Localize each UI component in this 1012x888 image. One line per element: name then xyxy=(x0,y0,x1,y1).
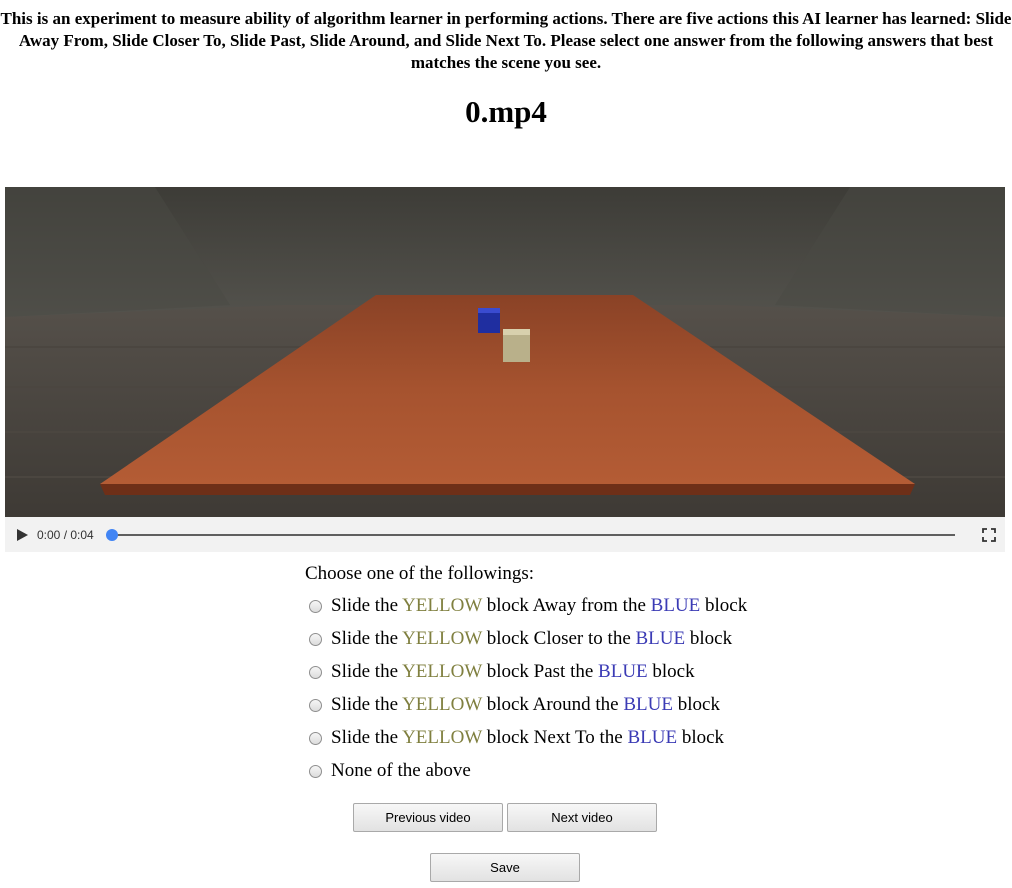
video-player[interactable]: 0:00 / 0:04 xyxy=(5,187,1005,552)
video-scene-image xyxy=(5,187,1005,517)
time-display: 0:00 / 0:04 xyxy=(37,528,94,542)
blue-word: BLUE xyxy=(627,727,678,748)
yellow-word: YELLOW xyxy=(402,661,482,682)
option-closer-to[interactable]: Slide the YELLOW block Closer to the BLU… xyxy=(305,627,747,660)
option-label: Slide the YELLOW block Around the BLUE b… xyxy=(331,693,720,717)
option-text: block xyxy=(685,628,733,649)
video-title: 0.mp4 xyxy=(465,94,547,129)
option-past[interactable]: Slide the YELLOW block Past the BLUE blo… xyxy=(305,660,747,693)
answer-options: Slide the YELLOW block Away from the BLU… xyxy=(305,594,747,792)
option-label: None of the above xyxy=(331,760,471,781)
yellow-word: YELLOW xyxy=(402,694,482,715)
question-prompt: Choose one of the followings: xyxy=(305,563,535,584)
option-label: Slide the YELLOW block Away from the BLU… xyxy=(331,594,747,618)
option-text: block xyxy=(700,595,748,616)
blue-word: BLUE xyxy=(623,694,673,715)
blue-word: BLUE xyxy=(598,661,648,682)
yellow-word: YELLOW xyxy=(402,628,482,649)
option-none[interactable]: None of the above xyxy=(305,759,747,792)
yellow-word: YELLOW xyxy=(402,727,482,748)
option-text: block Next To the xyxy=(481,727,628,748)
next-video-button[interactable]: Next video xyxy=(507,803,657,832)
option-away-from[interactable]: Slide the YELLOW block Away from the BLU… xyxy=(305,594,747,627)
instructions-text: This is an experiment to measure ability… xyxy=(0,9,1012,72)
option-label: Slide the YELLOW block Next To the BLUE … xyxy=(331,726,724,750)
radio-button[interactable] xyxy=(309,732,322,745)
option-text: block Away from the xyxy=(481,595,651,616)
option-label: Slide the YELLOW block Past the BLUE blo… xyxy=(331,660,695,684)
option-around[interactable]: Slide the YELLOW block Around the BLUE b… xyxy=(305,693,747,726)
option-text: block xyxy=(647,661,695,682)
option-text: Slide the xyxy=(331,595,403,616)
option-text: Slide the xyxy=(331,628,403,649)
yellow-word: YELLOW xyxy=(402,595,482,616)
fullscreen-icon[interactable] xyxy=(982,528,996,542)
video-frame[interactable] xyxy=(5,187,1005,517)
seek-thumb[interactable] xyxy=(106,529,118,541)
option-text: Slide the xyxy=(331,661,403,682)
option-label: Slide the YELLOW block Closer to the BLU… xyxy=(331,627,732,651)
option-text: block Closer to the xyxy=(481,628,636,649)
radio-button[interactable] xyxy=(309,633,322,646)
option-text: block xyxy=(672,694,720,715)
option-text: block Around the xyxy=(481,694,624,715)
blue-word: BLUE xyxy=(650,595,701,616)
video-controls: 0:00 / 0:04 xyxy=(5,517,1005,552)
radio-button[interactable] xyxy=(309,765,322,778)
seek-bar[interactable] xyxy=(106,529,955,541)
radio-button[interactable] xyxy=(309,666,322,679)
play-icon[interactable] xyxy=(17,529,28,541)
previous-video-button[interactable]: Previous video xyxy=(353,803,503,832)
option-text: Slide the xyxy=(331,727,403,748)
radio-button[interactable] xyxy=(309,600,322,613)
save-button[interactable]: Save xyxy=(430,853,580,882)
option-text: block xyxy=(677,727,725,748)
option-text: block Past the xyxy=(481,661,599,682)
option-text: Slide the xyxy=(331,694,403,715)
blue-word: BLUE xyxy=(635,628,686,649)
option-next-to[interactable]: Slide the YELLOW block Next To the BLUE … xyxy=(305,726,747,759)
radio-button[interactable] xyxy=(309,699,322,712)
